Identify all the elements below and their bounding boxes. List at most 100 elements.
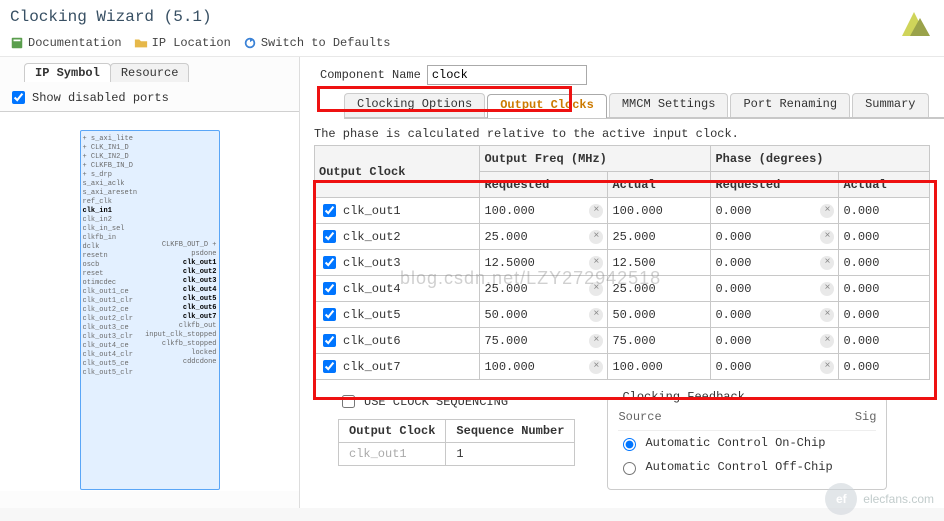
clk-name: clk_out2 (343, 230, 401, 244)
freq-actual-value: 100.000 (608, 354, 711, 380)
phase-requested-value[interactable]: 0.000 (715, 204, 751, 218)
ip-block: + s_axi_lite+ CLK_IN1_D+ CLK_IN2_D+ CLKF… (80, 130, 220, 490)
clear-icon[interactable]: × (820, 230, 834, 244)
signal-left: clk_out2_clr (83, 315, 138, 324)
signal-right: clkfb_out (145, 322, 216, 331)
phase-requested-value[interactable]: 0.000 (715, 282, 751, 296)
show-disabled-ports-label: Show disabled ports (32, 91, 169, 105)
vendor-logo-icon (896, 6, 932, 42)
clear-icon[interactable]: × (820, 256, 834, 270)
left-panel: IP SymbolResource Show disabled ports + … (0, 57, 300, 508)
clear-icon[interactable]: × (820, 204, 834, 218)
watermark-elecfans: ef elecfans.com (825, 483, 934, 515)
clear-icon[interactable]: × (820, 334, 834, 348)
signal-right: psdone (145, 250, 216, 259)
signal-right: clk_out7 (145, 313, 216, 322)
clk-name: clk_out1 (343, 204, 401, 218)
clk-name: clk_out5 (343, 308, 401, 322)
signal-right: clk_out2 (145, 268, 216, 277)
th-phase-group: Phase (degrees) (711, 146, 930, 172)
phase-actual-value: 0.000 (839, 328, 930, 354)
phase-actual-value: 0.000 (839, 224, 930, 250)
th-freq-req: Requested (480, 172, 608, 198)
signal-left: s_axi_aresetn (83, 189, 138, 198)
clear-icon[interactable]: × (589, 204, 603, 218)
signal-left: + s_drp (83, 171, 138, 180)
clk-enable-checkbox[interactable] (323, 204, 336, 217)
signal-right: clk_out5 (145, 295, 216, 304)
th-phase-act: Actual (839, 172, 930, 198)
freq-requested-value[interactable]: 25.000 (484, 230, 527, 244)
feedback-auto-on-chip-radio[interactable] (623, 438, 636, 451)
signal-left: + CLK_IN1_D (83, 144, 138, 153)
switch-to-defaults-link[interactable]: Switch to Defaults (243, 36, 391, 50)
freq-requested-value[interactable]: 100.000 (484, 360, 534, 374)
clear-icon[interactable]: × (589, 360, 603, 374)
freq-requested-value[interactable]: 50.000 (484, 308, 527, 322)
signal-left: clk_out2_ce (83, 306, 138, 315)
main-tabs: Clocking OptionsOutput ClocksMMCM Settin… (344, 93, 944, 119)
tab-clocking-options[interactable]: Clocking Options (344, 93, 485, 117)
tab-summary[interactable]: Summary (852, 93, 928, 117)
signal-left: ref_clk (83, 198, 138, 207)
clear-icon[interactable]: × (820, 360, 834, 374)
signal-left: otimcdec (83, 279, 138, 288)
left-tab-resource[interactable]: Resource (110, 63, 190, 82)
clear-icon[interactable]: × (820, 308, 834, 322)
use-clock-sequencing-checkbox[interactable] (342, 395, 355, 408)
clear-icon[interactable]: × (589, 256, 603, 270)
show-disabled-ports-checkbox[interactable] (12, 91, 25, 104)
clk-enable-checkbox[interactable] (323, 282, 336, 295)
phase-requested-value[interactable]: 0.000 (715, 360, 751, 374)
tab-port-renaming[interactable]: Port Renaming (730, 93, 850, 117)
clk-enable-checkbox[interactable] (323, 360, 336, 373)
toolbar: Documentation IP Location Switch to Defa… (0, 30, 944, 57)
table-row: clk_out7100.000×100.0000.000×0.000 (315, 354, 930, 380)
signal-left: clk_in1 (83, 207, 138, 216)
freq-actual-value: 100.000 (608, 198, 711, 224)
signal-left: resetn (83, 252, 138, 261)
freq-requested-value[interactable]: 25.000 (484, 282, 527, 296)
phase-requested-value[interactable]: 0.000 (715, 230, 751, 244)
signal-left: clk_out4_clr (83, 351, 138, 360)
th-output-clock: Output Clock (315, 146, 480, 198)
phase-requested-value[interactable]: 0.000 (715, 308, 751, 322)
clear-icon[interactable]: × (589, 308, 603, 322)
clk-enable-checkbox[interactable] (323, 256, 336, 269)
clk-enable-checkbox[interactable] (323, 334, 336, 347)
ip-symbol-diagram: + s_axi_lite+ CLK_IN1_D+ CLK_IN2_D+ CLKF… (0, 111, 299, 491)
clear-icon[interactable]: × (589, 230, 603, 244)
tab-output-clocks[interactable]: Output Clocks (487, 94, 607, 118)
component-name-input[interactable] (427, 65, 587, 85)
table-row: clk_out1100.000×100.0000.000×0.000 (315, 198, 930, 224)
tab-mmcm-settings[interactable]: MMCM Settings (609, 93, 729, 117)
freq-requested-value[interactable]: 12.5000 (484, 256, 534, 270)
signal-left: s_axi_aclk (83, 180, 138, 189)
clear-icon[interactable]: × (820, 282, 834, 296)
signal-right: clk_out6 (145, 304, 216, 313)
ip-location-link[interactable]: IP Location (134, 36, 231, 50)
feedback-signal-label: Sig (855, 410, 877, 424)
feedback-auto-off-chip-radio[interactable] (623, 462, 636, 475)
clocking-feedback-group: Clocking Feedback Source Sig Automatic C… (607, 390, 887, 490)
documentation-link[interactable]: Documentation (10, 36, 122, 50)
signal-left: clk_in_sel (83, 225, 138, 234)
left-tab-ip-symbol[interactable]: IP Symbol (24, 63, 111, 82)
signal-right: locked (145, 349, 216, 358)
table-row: clk_out312.5000×12.5000.000×0.000 (315, 250, 930, 276)
output-clocks-table: Output Clock Output Freq (MHz) Phase (de… (314, 145, 930, 380)
clear-icon[interactable]: × (589, 334, 603, 348)
clk-enable-checkbox[interactable] (323, 308, 336, 321)
freq-requested-value[interactable]: 75.000 (484, 334, 527, 348)
phase-requested-value[interactable]: 0.000 (715, 256, 751, 270)
seq-number: 1 (446, 443, 575, 466)
table-row: clk_out675.000×75.0000.000×0.000 (315, 328, 930, 354)
phase-requested-value[interactable]: 0.000 (715, 334, 751, 348)
clk-enable-checkbox[interactable] (323, 230, 336, 243)
freq-requested-value[interactable]: 100.000 (484, 204, 534, 218)
signal-left: oscb (83, 261, 138, 270)
clear-icon[interactable]: × (589, 282, 603, 296)
freq-actual-value: 75.000 (608, 328, 711, 354)
table-row: clk_out225.000×25.0000.000×0.000 (315, 224, 930, 250)
th-freq-group: Output Freq (MHz) (480, 146, 711, 172)
